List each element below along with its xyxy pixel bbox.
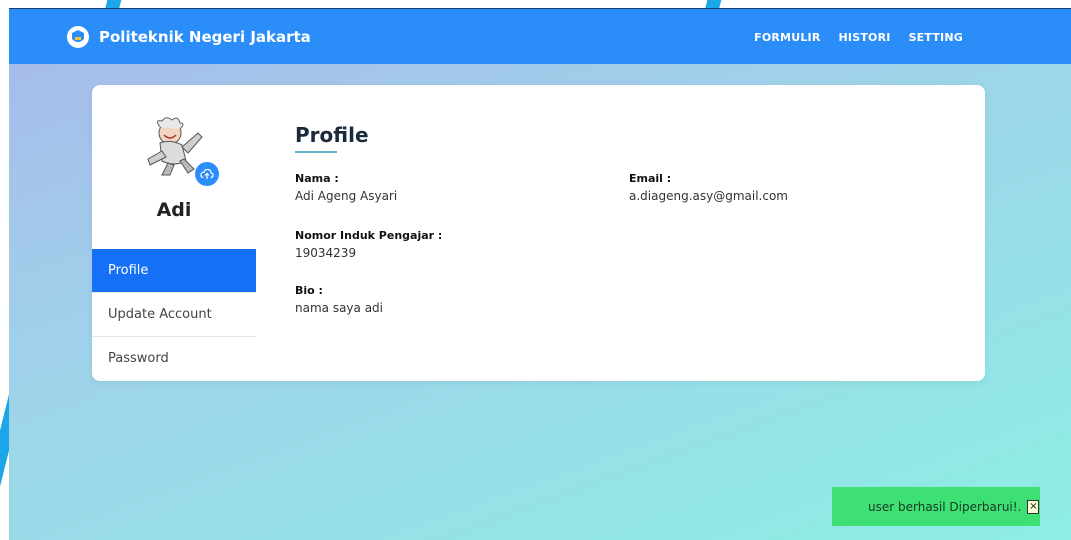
campus-logo-icon [67, 26, 89, 48]
profile-card: Adi Profile Update Account Password Prof… [92, 85, 985, 381]
brand-name: Politeknik Negeri Jakarta [99, 28, 311, 46]
nip-label: Nomor Induk Pengajar : [295, 229, 443, 242]
nama-value: Adi Ageng Asyari [295, 189, 398, 203]
menu-item-update-account[interactable]: Update Account [92, 292, 256, 336]
menu-item-profile[interactable]: Profile [92, 249, 256, 292]
bio-label: Bio : [295, 284, 323, 297]
nav-link-setting[interactable]: SETTING [909, 31, 963, 44]
cloud-upload-icon [200, 165, 214, 184]
profile-content: Profile [295, 123, 369, 153]
email-value: a.diageng.asy@gmail.com [629, 189, 788, 203]
menu-item-password[interactable]: Password [92, 336, 256, 380]
close-icon[interactable]: × [1027, 499, 1040, 514]
nama-label: Nama : [295, 172, 339, 185]
field-email: Email : a.diageng.asy@gmail.com [629, 172, 788, 203]
title-underline [295, 151, 337, 153]
bio-value: nama saya adi [295, 301, 383, 315]
toast-message: user berhasil Diperbarui!. [868, 499, 1022, 514]
avatar-upload-button[interactable] [195, 162, 219, 186]
nav-links: FORMULIR HISTORI SETTING [754, 31, 963, 44]
field-bio: Bio : nama saya adi [295, 284, 383, 315]
nav-link-formulir[interactable]: FORMULIR [754, 31, 820, 44]
field-nama: Nama : Adi Ageng Asyari [295, 172, 397, 203]
page-viewport: Politeknik Negeri Jakarta FORMULIR HISTO… [9, 8, 1071, 540]
nav-link-histori[interactable]: HISTORI [839, 31, 891, 44]
navbar: Politeknik Negeri Jakarta FORMULIR HISTO… [9, 8, 1071, 64]
nip-value: 19034239 [295, 246, 357, 260]
user-display-name: Adi [156, 199, 192, 221]
success-toast: user berhasil Diperbarui!. × [832, 487, 1040, 526]
email-label: Email : [629, 172, 672, 185]
profile-menu: Profile Update Account Password [92, 249, 256, 380]
field-nomor-induk: Nomor Induk Pengajar : 19034239 [295, 229, 442, 260]
section-title: Profile [295, 123, 369, 147]
brand[interactable]: Politeknik Negeri Jakarta [67, 22, 311, 52]
profile-sidebar: Adi Profile Update Account Password [92, 85, 256, 381]
